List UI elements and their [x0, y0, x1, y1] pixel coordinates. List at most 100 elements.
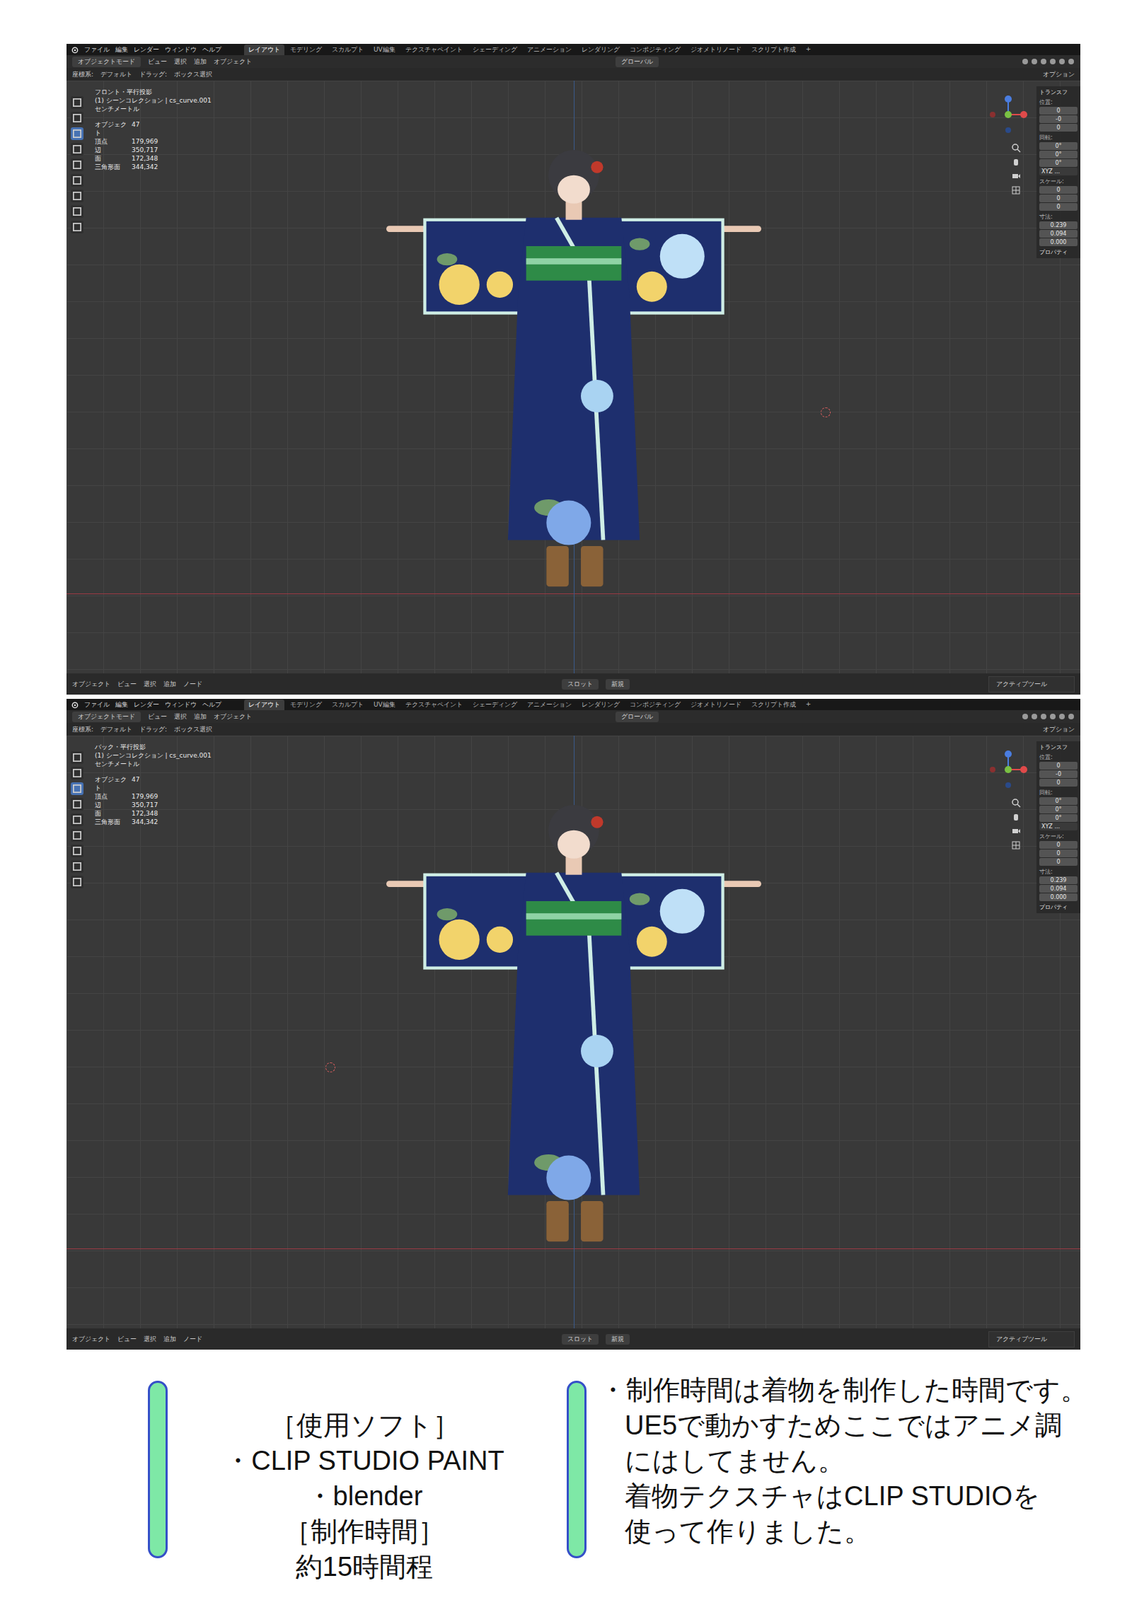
shading-icon[interactable]: [1030, 58, 1038, 66]
shading-icon[interactable]: [1030, 713, 1038, 721]
menu-item[interactable]: レンダー: [133, 45, 160, 55]
3d-cursor-icon[interactable]: [325, 1062, 336, 1073]
number-field[interactable]: 0°: [1039, 142, 1078, 150]
rotation-mode-dropdown[interactable]: XYZ ...: [1039, 167, 1078, 176]
header-menu-item[interactable]: ビュー: [147, 57, 167, 67]
tool-setting[interactable]: ドラッグ:: [139, 725, 167, 735]
active-tool-panel[interactable]: アクティブツール: [988, 676, 1075, 693]
workspace-tab[interactable]: ジオメトリノード: [686, 44, 746, 56]
header-menu-item[interactable]: 選択: [174, 712, 187, 722]
number-field[interactable]: 0°: [1039, 797, 1078, 806]
workspace-tab[interactable]: スカルプト: [327, 699, 368, 711]
shading-icon[interactable]: [1040, 713, 1048, 721]
tool-icon[interactable]: [70, 205, 84, 218]
tool-icon[interactable]: [70, 96, 84, 109]
number-field[interactable]: 0.094: [1039, 229, 1078, 238]
grid-icon[interactable]: [1011, 840, 1021, 851]
number-field[interactable]: 0°: [1039, 150, 1078, 159]
tool-icon[interactable]: [70, 860, 84, 874]
shading-icon[interactable]: [1040, 58, 1048, 66]
workspace-tab[interactable]: スクリプト作成: [747, 44, 801, 56]
workspace-tab[interactable]: シェーディング: [468, 44, 522, 56]
orientation-dropdown[interactable]: グローバル: [615, 56, 659, 68]
editor-menu-item[interactable]: ビュー: [117, 679, 137, 690]
hand-icon[interactable]: [1011, 812, 1021, 823]
tool-icon[interactable]: [70, 111, 84, 125]
number-field[interactable]: -0: [1039, 770, 1078, 779]
number-field[interactable]: 0: [1039, 858, 1078, 866]
3d-viewport[interactable]: フロント・平行投影(1) シーンコレクション | cs_curve.001センチ…: [66, 80, 1081, 674]
slot-dropdown[interactable]: スロット: [561, 1334, 599, 1345]
options-button[interactable]: オプション: [1042, 70, 1075, 80]
tool-setting[interactable]: 座標系:: [72, 725, 94, 735]
workspace-tab[interactable]: UV編集: [369, 44, 400, 56]
editor-menu-item[interactable]: ビュー: [117, 1335, 137, 1345]
shading-icon[interactable]: [1049, 58, 1057, 66]
number-field[interactable]: 0: [1039, 123, 1078, 132]
workspace-tab[interactable]: テクスチャペイント: [401, 44, 467, 56]
number-field[interactable]: -0: [1039, 115, 1078, 124]
header-menu-item[interactable]: ビュー: [147, 712, 167, 722]
workspace-tab[interactable]: アニメーション: [522, 699, 576, 711]
new-button[interactable]: 新規: [605, 1334, 630, 1345]
tool-icon[interactable]: [70, 844, 84, 858]
workspace-tab[interactable]: コンポジティング: [625, 44, 685, 56]
blender-logo-icon[interactable]: [70, 701, 79, 709]
number-field[interactable]: 0: [1039, 194, 1078, 203]
camera-icon[interactable]: [1011, 171, 1021, 182]
mode-dropdown[interactable]: オブジェクトモード: [72, 711, 141, 723]
tool-setting[interactable]: ドラッグ:: [139, 70, 167, 80]
tool-setting[interactable]: デフォルト: [100, 70, 133, 80]
workspace-tab[interactable]: コンポジティング: [625, 699, 685, 711]
number-field[interactable]: 0: [1039, 841, 1078, 849]
header-menu-item[interactable]: 追加: [193, 712, 207, 722]
workspace-tab[interactable]: テクスチャペイント: [401, 699, 467, 711]
workspace-tab[interactable]: UV編集: [369, 699, 400, 711]
editor-menu-item[interactable]: オブジェクト: [72, 1335, 111, 1345]
tool-setting[interactable]: ボックス選択: [174, 725, 213, 735]
tool-icon[interactable]: [70, 220, 84, 234]
number-field[interactable]: 0°: [1039, 805, 1078, 814]
shading-icon[interactable]: [1049, 713, 1057, 721]
tool-setting[interactable]: ボックス選択: [174, 70, 213, 80]
tool-icon[interactable]: [70, 766, 84, 780]
editor-menu-item[interactable]: 追加: [163, 679, 177, 690]
number-field[interactable]: 0.094: [1039, 885, 1078, 893]
panel-title[interactable]: トランスフ: [1039, 743, 1078, 752]
workspace-tab[interactable]: レイアウト: [244, 699, 285, 711]
number-field[interactable]: 0: [1039, 849, 1078, 858]
menu-item[interactable]: 編集: [115, 45, 129, 55]
workspace-tab[interactable]: アニメーション: [522, 44, 576, 56]
shading-icon[interactable]: [1058, 713, 1066, 721]
workspace-tab[interactable]: レイアウト: [244, 44, 285, 56]
workspace-tab[interactable]: スカルプト: [327, 44, 368, 56]
menu-item[interactable]: レンダー: [133, 700, 160, 710]
axis-gizmo-icon[interactable]: [986, 93, 1030, 136]
shading-icon[interactable]: [1021, 713, 1029, 721]
zoom-icon[interactable]: [1011, 798, 1021, 808]
number-field[interactable]: 0: [1039, 778, 1078, 787]
menu-item[interactable]: ヘルプ: [202, 700, 222, 710]
mode-dropdown[interactable]: オブジェクトモード: [72, 56, 141, 68]
tool-icon[interactable]: [70, 751, 84, 765]
number-field[interactable]: 0: [1039, 186, 1078, 194]
options-button[interactable]: オプション: [1042, 725, 1075, 735]
tool-icon[interactable]: [70, 813, 84, 827]
number-field[interactable]: 0: [1039, 106, 1078, 115]
rotation-mode-dropdown[interactable]: XYZ ...: [1039, 822, 1078, 831]
menu-item[interactable]: ヘルプ: [202, 45, 222, 55]
active-tool-panel[interactable]: アクティブツール: [988, 1331, 1075, 1348]
editor-menu-item[interactable]: 追加: [163, 1335, 177, 1345]
slot-dropdown[interactable]: スロット: [561, 679, 599, 690]
menu-item[interactable]: ウィンドウ: [164, 45, 197, 55]
number-field[interactable]: 0.000: [1039, 238, 1078, 247]
properties-section[interactable]: プロパティ: [1039, 248, 1078, 257]
tool-icon[interactable]: [70, 158, 84, 172]
orientation-dropdown[interactable]: グローバル: [615, 711, 659, 723]
header-menu-item[interactable]: オブジェクト: [213, 57, 252, 67]
tool-setting[interactable]: デフォルト: [100, 725, 133, 735]
workspace-tab[interactable]: スクリプト作成: [747, 699, 801, 711]
editor-menu-item[interactable]: ノード: [183, 1335, 203, 1345]
shading-icon[interactable]: [1021, 58, 1029, 66]
tool-icon[interactable]: [70, 189, 84, 203]
